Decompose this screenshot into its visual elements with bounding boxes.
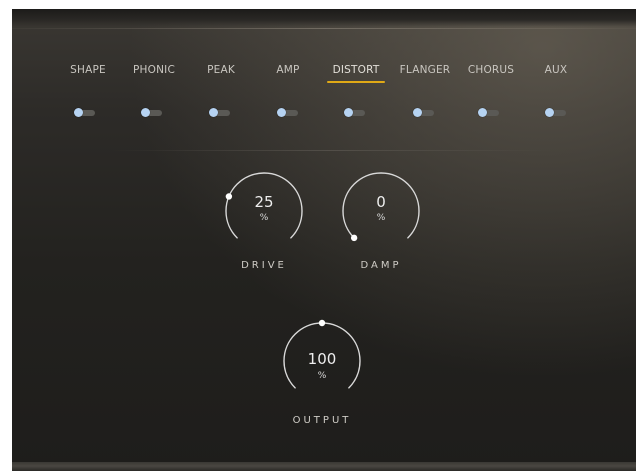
- toggle-knob: [413, 108, 422, 117]
- damp-label: DAMP: [360, 260, 402, 271]
- panel-top-edge: [12, 9, 636, 27]
- drive-unit: %: [259, 213, 269, 223]
- output-knob-indicator: [318, 319, 326, 327]
- output-knob[interactable]: 100 % OUTPUT: [282, 319, 362, 433]
- tab-distort[interactable]: DISTORT: [327, 63, 385, 89]
- section-divider: [112, 150, 552, 151]
- drive-label: DRIVE: [241, 260, 287, 271]
- tab-chorus[interactable]: CHORUS: [462, 63, 520, 89]
- panel-bottom-edge: [12, 462, 636, 471]
- drive-value: 25: [254, 193, 274, 211]
- toggle-distort[interactable]: [344, 108, 366, 117]
- toggle-knob: [344, 108, 353, 117]
- tab-peak[interactable]: PEAK: [201, 63, 241, 89]
- toggle-aux[interactable]: [545, 108, 567, 117]
- distortion-panel: SHAPE PHONIC PEAK AMP DISTORT FLANGER CH…: [12, 9, 636, 471]
- tab-amp[interactable]: AMP: [270, 63, 306, 89]
- damp-knob[interactable]: 0 % DAMP: [341, 171, 421, 283]
- damp-value: 0: [376, 193, 386, 211]
- toggle-knob: [545, 108, 554, 117]
- active-tab-indicator: [327, 81, 385, 83]
- tab-distort-label: DISTORT: [332, 64, 380, 76]
- toggle-knob: [478, 108, 487, 117]
- tab-aux[interactable]: AUX: [538, 63, 574, 89]
- tab-flanger[interactable]: FLANGER: [393, 63, 457, 89]
- damp-unit: %: [376, 213, 386, 223]
- tab-phonic[interactable]: PHONIC: [126, 63, 182, 89]
- toggle-amp[interactable]: [277, 108, 299, 117]
- output-value: 100: [307, 350, 337, 368]
- tab-shape[interactable]: SHAPE: [66, 63, 110, 89]
- damp-knob-dial[interactable]: [341, 171, 421, 251]
- toggle-knob: [74, 108, 83, 117]
- toggle-knob: [141, 108, 150, 117]
- tab-phonic-label: PHONIC: [133, 64, 175, 76]
- panel-top-edge-line: [12, 28, 636, 29]
- output-unit: %: [317, 371, 327, 381]
- toggle-peak[interactable]: [209, 108, 231, 117]
- drive-knob[interactable]: 25 % DRIVE: [224, 171, 304, 283]
- toggle-phonic[interactable]: [141, 108, 163, 117]
- toggle-chorus[interactable]: [478, 108, 500, 117]
- tab-chorus-label: CHORUS: [467, 64, 515, 76]
- toggle-knob: [277, 108, 286, 117]
- tab-amp-label: AMP: [276, 64, 300, 76]
- toggle-flanger[interactable]: [413, 108, 435, 117]
- tab-aux-label: AUX: [544, 64, 568, 76]
- toggle-shape[interactable]: [74, 108, 96, 117]
- output-label: OUTPUT: [292, 415, 352, 426]
- toggle-knob: [209, 108, 218, 117]
- drive-knob-dial[interactable]: [224, 171, 304, 251]
- tab-shape-label: SHAPE: [70, 64, 106, 76]
- tab-flanger-label: FLANGER: [399, 64, 451, 76]
- damp-knob-indicator: [350, 234, 358, 242]
- tab-peak-label: PEAK: [207, 64, 235, 76]
